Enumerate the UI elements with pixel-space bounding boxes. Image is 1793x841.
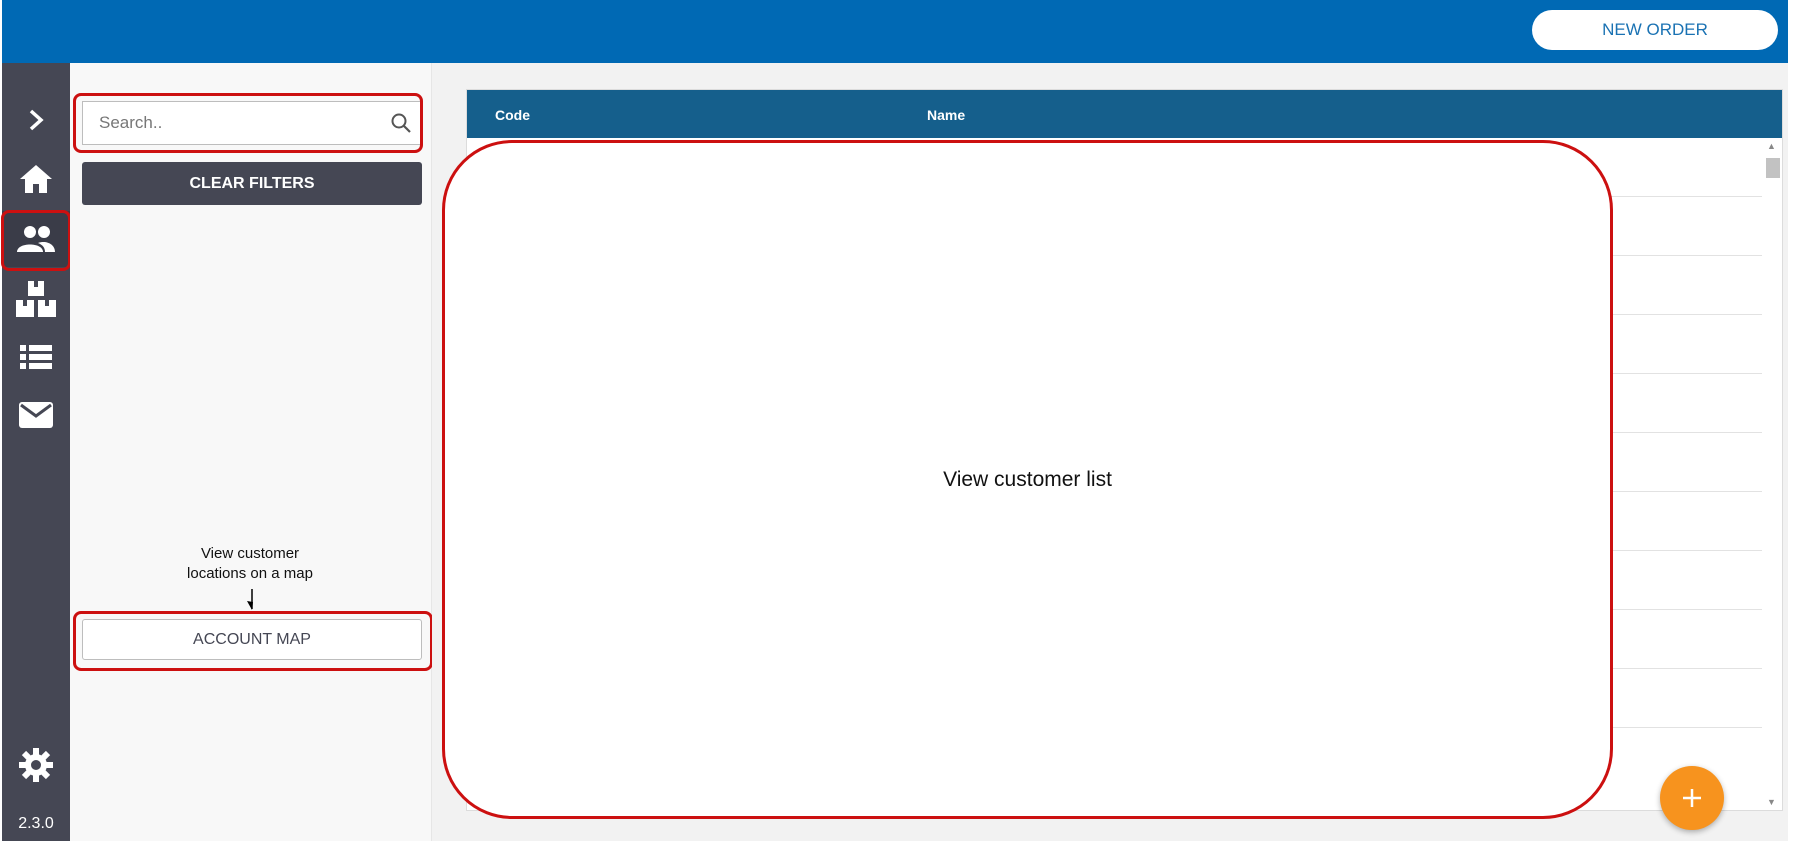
scroll-up-icon[interactable]: ▲ [1767,141,1776,151]
sidebar: 2.3.0 [2,63,70,841]
version-label: 2.3.0 [18,815,54,832]
sidebar-item-messages[interactable] [2,387,70,443]
column-header-code[interactable]: Code [495,107,530,123]
chevron-right-icon [29,109,44,131]
customer-list-annotation: View customer list [442,140,1613,819]
settings-button[interactable] [2,737,70,793]
column-header-name[interactable]: Name [927,107,965,123]
plus-icon [1683,789,1701,807]
new-order-button[interactable]: NEW ORDER [1532,10,1778,50]
filter-panel: CLEAR FILTERS View customer locations on… [70,63,432,841]
account-map-annotation: View customer locations on a map [187,545,313,582]
sidebar-item-home[interactable] [2,151,70,207]
account-map-button[interactable]: ACCOUNT MAP [82,619,422,660]
home-icon [20,165,52,193]
search-input[interactable] [83,113,381,133]
sidebar-item-customers[interactable] [2,211,70,267]
add-customer-button[interactable] [1660,766,1724,830]
search-icon[interactable] [381,113,421,133]
window-edge [1789,0,1793,841]
top-bar: NEW ORDER [2,0,1788,63]
expand-sidebar-button[interactable] [2,92,70,148]
table-header: Code Name [467,90,1782,138]
people-icon [17,226,55,252]
sidebar-item-products[interactable] [2,271,70,327]
scroll-down-icon[interactable]: ▼ [1767,797,1776,807]
scroll-thumb[interactable] [1766,158,1780,178]
boxes-icon [16,281,56,317]
annotation-arrow [247,589,253,610]
table-scrollbar[interactable]: ▲ ▼ [1762,138,1782,810]
sidebar-item-orders[interactable] [2,329,70,385]
clear-filters-button[interactable]: CLEAR FILTERS [82,162,422,205]
search-box [82,101,422,145]
gear-icon [19,748,53,782]
mail-icon [19,402,53,428]
list-icon [20,345,52,369]
